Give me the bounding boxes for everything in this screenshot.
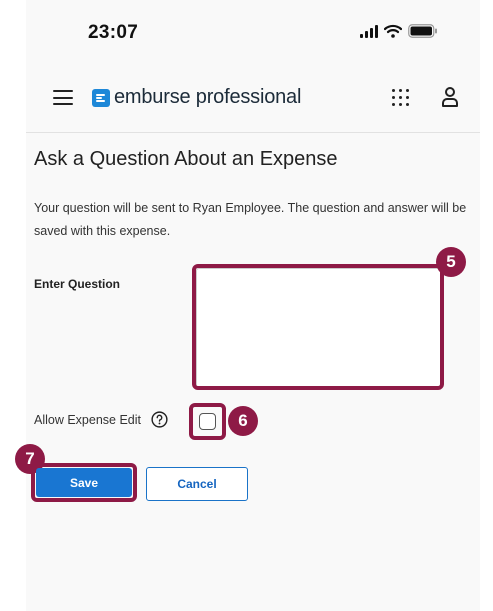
- emburse-logo-icon: [92, 88, 110, 107]
- page-title: Ask a Question About an Expense: [34, 148, 338, 170]
- app-name: emburse professional: [114, 86, 302, 108]
- help-icon[interactable]: [151, 411, 168, 428]
- menu-icon[interactable]: [53, 90, 73, 105]
- user-icon[interactable]: [441, 86, 459, 108]
- question-label: Enter Question: [34, 277, 121, 291]
- cancel-button[interactable]: Cancel: [146, 467, 248, 501]
- status-time: 23:07: [88, 22, 139, 43]
- battery-icon: [408, 24, 437, 38]
- apps-grid-icon[interactable]: [392, 89, 409, 106]
- status-icons: [360, 24, 438, 38]
- checkbox-highlight: [189, 403, 226, 440]
- app-logo[interactable]: emburse professional: [92, 86, 301, 109]
- app-header: emburse professional: [26, 66, 480, 133]
- wifi-icon: [384, 24, 402, 38]
- app-screen: 23:07 emburse professional Ask a Questio…: [15, 0, 480, 611]
- allow-edit-label: Allow Expense Edit: [34, 413, 142, 427]
- status-bar: 23:07: [26, 0, 480, 66]
- step-badge-5: 5: [436, 247, 466, 277]
- intro-text: Your question will be sent to Ryan Emplo…: [34, 201, 467, 238]
- step-badge-6: 6: [228, 406, 258, 436]
- save-button[interactable]: Save: [36, 468, 132, 497]
- question-highlight: [192, 264, 444, 390]
- signal-icon: [360, 24, 378, 38]
